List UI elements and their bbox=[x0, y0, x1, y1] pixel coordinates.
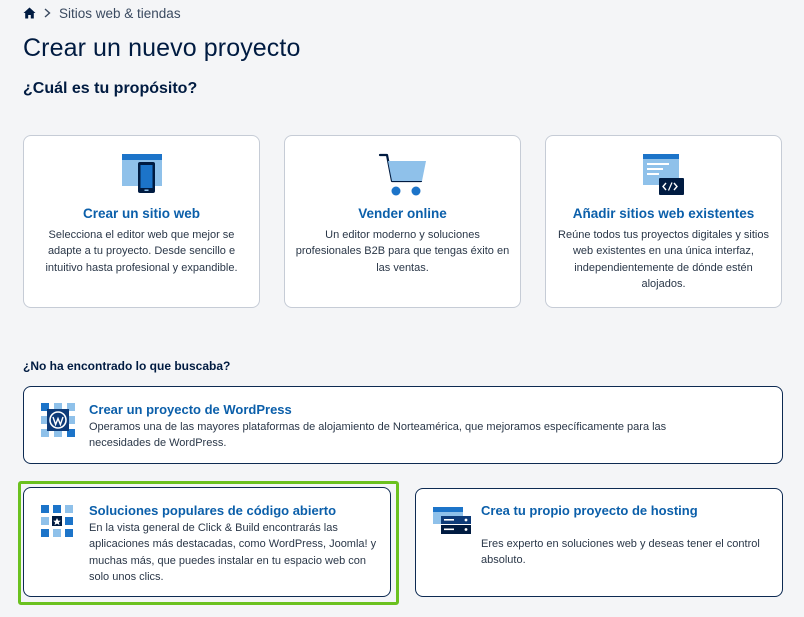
app-grid-icon bbox=[41, 505, 73, 542]
section-label: ¿No ha encontrado lo que buscaba? bbox=[23, 359, 231, 373]
shopping-cart-icon bbox=[378, 152, 428, 203]
page-title: Crear un nuevo proyecto bbox=[23, 34, 301, 62]
wordpress-project-card[interactable]: Crear un proyecto de WordPress Operamos … bbox=[23, 386, 783, 464]
sell-online-card[interactable]: Vender online Un editor moderno y soluci… bbox=[284, 135, 521, 308]
open-source-description: En la vista general de Click & Build enc… bbox=[89, 522, 377, 583]
add-existing-sites-card[interactable]: Añadir sitios web existentes Reúne todos… bbox=[545, 135, 782, 308]
page-subtitle: ¿Cuál es tu propósito? bbox=[23, 80, 198, 97]
open-source-solutions-card[interactable]: Soluciones populares de código abierto E… bbox=[23, 487, 391, 597]
card-title: Vender online bbox=[358, 206, 447, 221]
wordpress-icon bbox=[41, 403, 75, 442]
wordpress-description: Operamos una de las mayores plataformas … bbox=[89, 421, 667, 450]
website-device-icon bbox=[120, 153, 164, 202]
breadcrumb: Sitios web & tiendas bbox=[23, 4, 181, 22]
card-title: Añadir sitios web existentes bbox=[572, 206, 755, 221]
chevron-right-icon bbox=[44, 8, 51, 18]
wordpress-title: Crear un proyecto de WordPress bbox=[89, 402, 292, 417]
card-description: Reúne todos tus proyectos digitales y si… bbox=[558, 229, 769, 290]
card-description: Selecciona el editor web que mejor se ad… bbox=[45, 229, 238, 274]
server-icon bbox=[433, 507, 471, 540]
create-website-card[interactable]: Crear un sitio web Selecciona el editor … bbox=[23, 135, 260, 308]
card-title: Crear un sitio web bbox=[82, 206, 201, 221]
breadcrumb-current[interactable]: Sitios web & tiendas bbox=[59, 6, 181, 21]
code-window-icon bbox=[641, 153, 687, 202]
card-description: Un editor moderno y soluciones profesion… bbox=[295, 229, 510, 274]
hosting-project-card[interactable]: Crea tu propio proyecto de hosting Eres … bbox=[415, 488, 783, 597]
home-icon[interactable] bbox=[23, 7, 36, 19]
hosting-description: Eres experto en soluciones web y deseas … bbox=[481, 538, 760, 567]
hosting-title: Crea tu propio proyecto de hosting bbox=[481, 503, 698, 518]
open-source-title: Soluciones populares de código abierto bbox=[89, 503, 337, 518]
